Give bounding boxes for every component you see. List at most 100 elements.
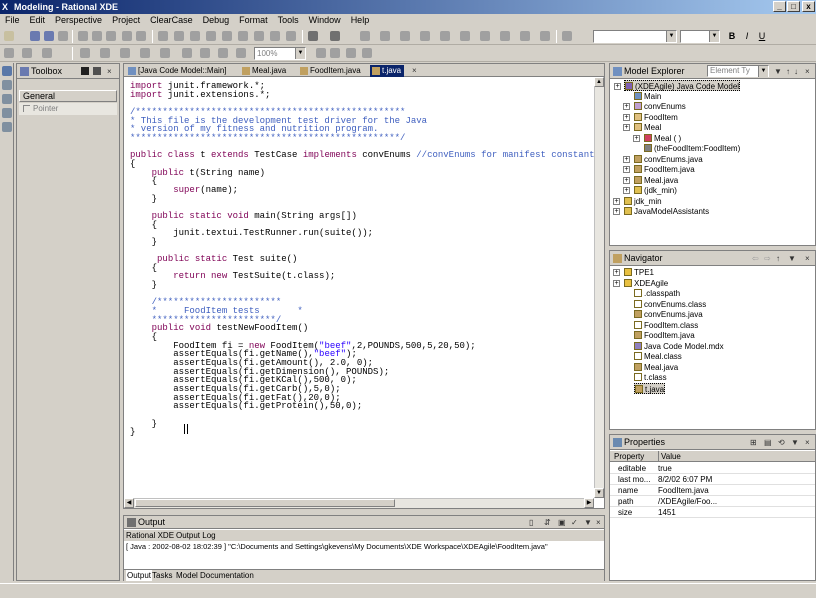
toolbox-item-pointer[interactable]: Pointer xyxy=(19,103,117,115)
tree-item[interactable]: + convEnums.java xyxy=(623,154,703,165)
property-row[interactable]: last mo... 8/2/02 6:07 PM xyxy=(610,474,815,485)
tab-rational-xde[interactable]: Rational XDE xyxy=(126,530,174,541)
tab-meal-java[interactable]: Meal.java xyxy=(240,65,289,77)
print-preview-icon[interactable] xyxy=(346,48,356,58)
tree-item[interactable]: t.class xyxy=(634,372,667,383)
tab-output-log[interactable]: Output Log xyxy=(176,530,216,541)
tree-item[interactable]: + (XDEAgile) Java Code Model xyxy=(614,80,741,91)
checkout-icon[interactable] xyxy=(540,31,550,41)
code-editor[interactable]: import junit.framework.*; import junit.e… xyxy=(130,81,600,437)
move-down-icon[interactable]: ↓ xyxy=(794,65,798,78)
view-icon[interactable] xyxy=(460,31,470,41)
zoom-out-icon[interactable] xyxy=(270,31,280,41)
modeling-perspective-icon[interactable] xyxy=(2,66,12,76)
history-icon[interactable] xyxy=(500,31,510,41)
resource-perspective-icon[interactable] xyxy=(2,108,12,118)
expand-icon[interactable]: + xyxy=(623,155,630,163)
tree-item[interactable]: (theFoodItem:FoodItem) xyxy=(644,143,740,154)
tree-item[interactable]: Main xyxy=(634,91,661,102)
font-color-icon[interactable] xyxy=(4,48,14,58)
bold-button[interactable]: B xyxy=(727,31,737,41)
menu-debug[interactable]: Debug xyxy=(198,14,235,27)
output-close-icon[interactable]: × xyxy=(596,516,601,529)
back-icon[interactable]: ⇦ xyxy=(752,252,759,265)
navigator-close-icon[interactable]: × xyxy=(805,252,810,265)
save-icon[interactable] xyxy=(30,31,40,41)
clear-icon[interactable]: ▯ xyxy=(529,516,533,529)
tree-item[interactable]: convEnums.class xyxy=(634,299,706,310)
underline-button[interactable]: U xyxy=(757,31,767,41)
element-type-filter[interactable]: Element Ty ▼ xyxy=(707,65,769,77)
property-row[interactable]: size 1451 xyxy=(610,507,815,518)
toolbox-section-general[interactable]: General xyxy=(19,90,117,102)
tree-item[interactable]: Java Code Model.mdx xyxy=(634,341,724,352)
font-combo[interactable]: ▼ xyxy=(593,30,677,43)
debug-icon[interactable] xyxy=(308,31,318,41)
scroll-up-icon[interactable]: ▲ xyxy=(594,77,604,87)
menu-tools[interactable]: Tools xyxy=(273,14,304,27)
tree-item[interactable]: t.java xyxy=(634,382,666,394)
tree-item[interactable]: + Meal ( ) xyxy=(633,133,681,144)
shapes-icon[interactable] xyxy=(206,31,216,41)
tree-item[interactable]: + convEnums xyxy=(623,101,686,112)
run-icon[interactable] xyxy=(330,31,340,41)
tree-item[interactable]: Meal.class xyxy=(634,351,682,362)
move-up-icon[interactable]: ↑ xyxy=(786,65,790,78)
menu-window[interactable]: Window xyxy=(304,14,346,27)
property-row[interactable]: editable true xyxy=(610,463,815,474)
tab-t-java[interactable]: t.java xyxy=(370,65,405,77)
toolbox-restore-icon[interactable] xyxy=(93,67,101,75)
properties-close-icon[interactable]: × xyxy=(805,436,810,449)
close-button[interactable]: x xyxy=(802,1,815,12)
refresh-icon[interactable] xyxy=(174,31,184,41)
compare-icon[interactable] xyxy=(480,31,490,41)
menu-clearcase[interactable]: ClearCase xyxy=(145,14,198,27)
tab-tasks[interactable]: Tasks xyxy=(152,570,172,581)
property-row[interactable]: path/XDEAgile/Foo... xyxy=(610,496,815,507)
tree-item[interactable]: + XDEAgile xyxy=(613,278,668,289)
editor-vertical-scrollbar[interactable]: ▲ ▼ xyxy=(594,77,604,498)
expand-icon[interactable]: + xyxy=(613,208,620,215)
expand-icon[interactable]: + xyxy=(623,166,630,173)
tab-output[interactable]: Output xyxy=(126,570,153,581)
tab-java-code-model[interactable]: [Java Code Model::Main] xyxy=(126,65,230,77)
scroll-down-icon[interactable]: ▼ xyxy=(594,488,604,498)
value-column[interactable]: Value xyxy=(658,451,681,462)
search-icon[interactable] xyxy=(158,31,168,41)
tree-item[interactable]: Meal.java xyxy=(634,362,678,373)
tree-item[interactable]: + FoodItem xyxy=(623,112,678,123)
model-explorer-close-icon[interactable]: × xyxy=(805,65,810,78)
line-style-icon[interactable] xyxy=(160,48,170,58)
expand-icon[interactable]: + xyxy=(623,187,630,194)
menu-project[interactable]: Project xyxy=(107,14,145,27)
expand-icon[interactable]: + xyxy=(613,197,620,205)
build-icon[interactable] xyxy=(190,31,200,41)
tree-item[interactable]: convEnums.java xyxy=(634,309,703,320)
cut-icon[interactable] xyxy=(78,31,88,41)
overview-icon[interactable] xyxy=(362,48,372,58)
horizontal-scroll-thumb[interactable] xyxy=(135,499,395,507)
navigator-menu-icon[interactable]: ▼ xyxy=(788,252,796,265)
menu-edit[interactable]: Edit xyxy=(25,14,51,27)
debug-perspective-icon[interactable] xyxy=(2,94,12,104)
route-icon[interactable] xyxy=(140,48,150,58)
tree-item[interactable]: + TPE1 xyxy=(613,267,654,278)
layout-icon[interactable] xyxy=(222,31,232,41)
grid-icon[interactable] xyxy=(238,31,248,41)
java-perspective-icon[interactable] xyxy=(2,80,12,90)
copy-output-icon[interactable]: ▣ xyxy=(558,516,566,529)
group-icon[interactable] xyxy=(200,48,210,58)
scroll-right-icon[interactable]: ▶ xyxy=(584,498,594,508)
copy-icon[interactable] xyxy=(92,31,102,41)
expand-icon[interactable]: + xyxy=(613,279,620,287)
align-center-icon[interactable] xyxy=(100,48,110,58)
lock-scroll-icon[interactable]: ⇵ xyxy=(544,516,551,529)
step-icon[interactable] xyxy=(380,31,390,41)
tree-item[interactable]: + Meal xyxy=(623,122,661,133)
menu-format[interactable]: Format xyxy=(234,14,273,27)
undo-icon[interactable] xyxy=(122,31,132,41)
zoom-in-icon[interactable] xyxy=(286,31,296,41)
output-options-icon[interactable]: ✓ xyxy=(571,516,578,529)
checkin-icon[interactable] xyxy=(520,31,530,41)
toolbox-close-icon[interactable]: × xyxy=(107,65,112,78)
